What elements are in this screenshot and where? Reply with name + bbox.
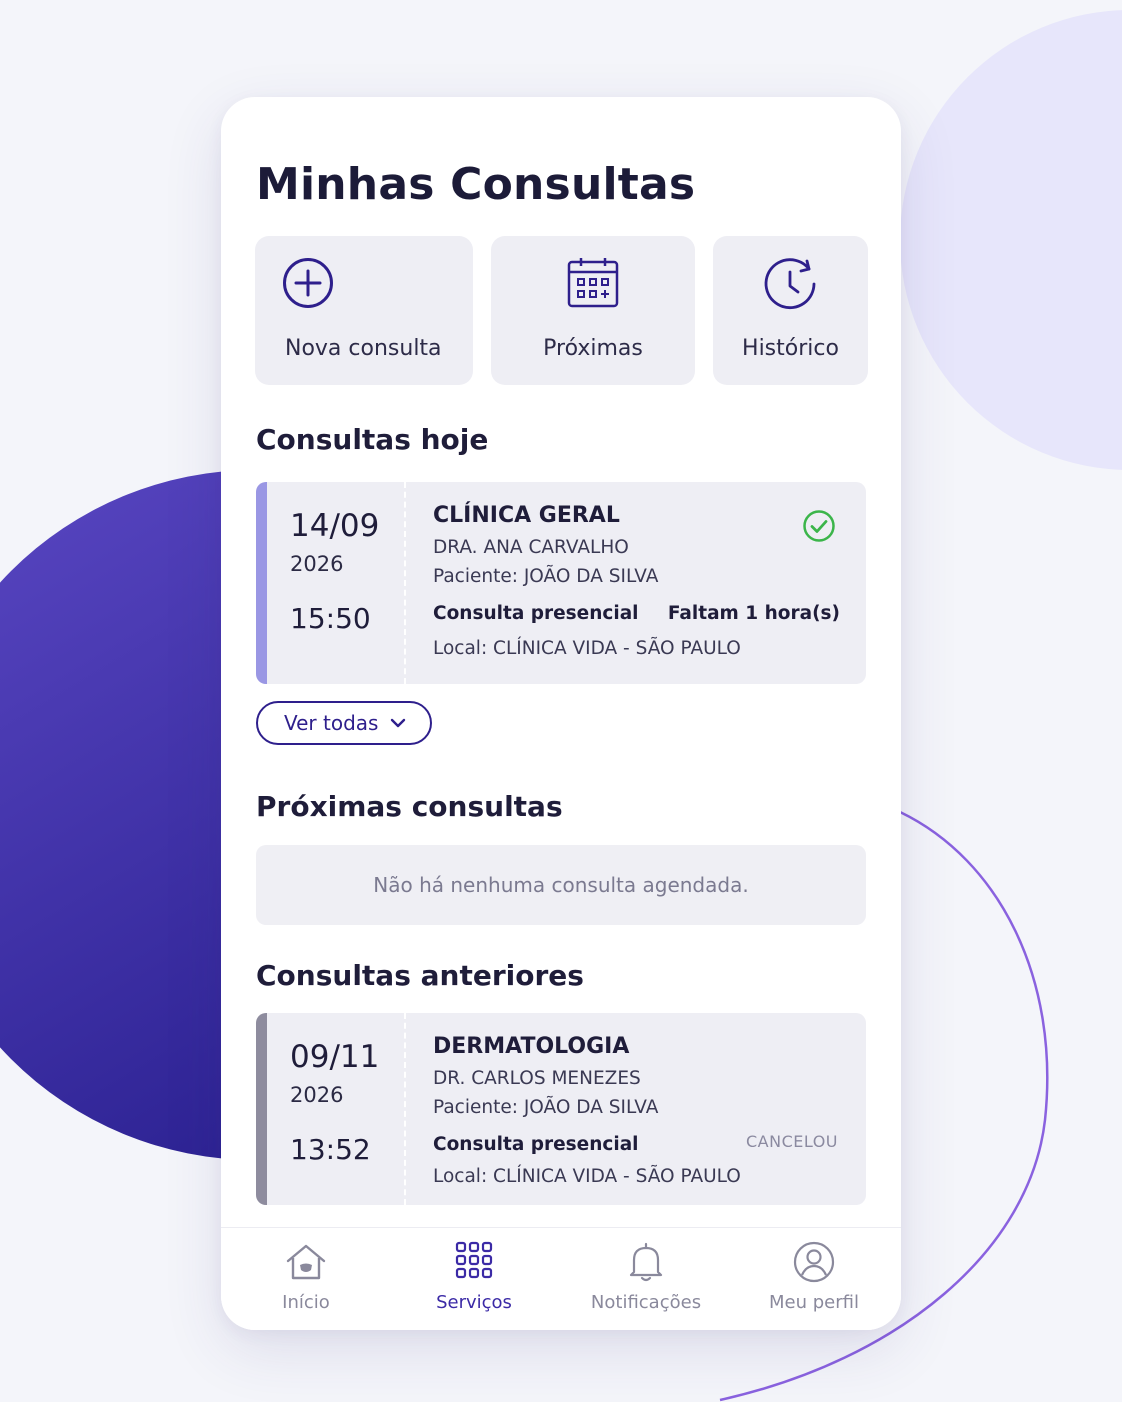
appointment-time: 13:52: [290, 1133, 371, 1166]
new-appointment-button[interactable]: Nova consulta: [255, 236, 473, 385]
appointment-date: 14/09: [290, 508, 380, 544]
appointment-location: Local: CLÍNICA VIDA - SÃO PAULO: [433, 638, 741, 659]
nav-profile[interactable]: Meu perfil: [729, 1228, 899, 1330]
nav-profile-label: Meu perfil: [769, 1292, 859, 1313]
appointment-remaining: Faltam 1 hora(s): [667, 603, 840, 624]
calendar-icon: [567, 258, 619, 308]
appointment-mode: Consulta presencial: [433, 1134, 639, 1155]
card-accent-bar: [256, 482, 267, 684]
status-badge: CANCELOU: [745, 1132, 838, 1151]
history-label: Histórico: [742, 336, 839, 361]
appointment-patient: Paciente: JOÃO DA SILVA: [433, 1097, 659, 1118]
appointment-date: 09/11: [290, 1039, 380, 1075]
plus-circle-icon: [283, 258, 333, 308]
upcoming-button[interactable]: Próximas: [491, 236, 695, 385]
see-all-label: Ver todas: [284, 711, 379, 735]
nav-home[interactable]: Início: [221, 1228, 391, 1330]
today-section-title: Consultas hoje: [256, 423, 489, 456]
today-appointment-card[interactable]: 14/09 2026 15:50 CLÍNICA GERAL DRA. ANA …: [256, 482, 866, 684]
nav-notifications-label: Notificações: [590, 1292, 702, 1313]
empty-upcoming-message: Não há nenhuma consulta agendada.: [256, 845, 866, 925]
appointment-specialty: CLÍNICA GERAL: [433, 503, 620, 528]
card-accent-bar: [256, 1013, 267, 1205]
see-all-button[interactable]: Ver todas: [256, 701, 432, 745]
page-title: Minhas Consultas: [256, 159, 696, 210]
past-appointment-card[interactable]: 09/11 2026 13:52 DERMATOLOGIA DR. CARLOS…: [256, 1013, 866, 1205]
bottom-navigation: Início Serviços Notificações Meu perfil: [221, 1227, 901, 1330]
history-icon: [764, 258, 815, 310]
past-section-title: Consultas anteriores: [256, 959, 584, 992]
check-circle-icon: [803, 510, 835, 542]
new-appointment-label: Nova consulta: [285, 336, 442, 361]
card-divider: [404, 1013, 406, 1205]
bell-icon: [629, 1242, 663, 1282]
nav-notifications[interactable]: Notificações: [561, 1228, 731, 1330]
home-icon: [286, 1244, 326, 1280]
appointment-patient: Paciente: JOÃO DA SILVA: [433, 566, 659, 587]
nav-home-label: Início: [282, 1292, 330, 1313]
phone-screen: Minhas Consultas Nova consulta Próximas …: [221, 97, 901, 1330]
upcoming-section-title: Próximas consultas: [256, 790, 563, 823]
appointment-year: 2026: [290, 1083, 344, 1107]
appointment-doctor: DRA. ANA CARVALHO: [433, 537, 629, 558]
appointment-doctor: DR. CARLOS MENEZES: [433, 1068, 641, 1089]
appointment-time: 15:50: [290, 602, 371, 635]
history-button[interactable]: Histórico: [713, 236, 868, 385]
appointment-year: 2026: [290, 552, 344, 576]
appointment-location: Local: CLÍNICA VIDA - SÃO PAULO: [433, 1166, 741, 1187]
appointment-mode: Consulta presencial: [433, 603, 639, 624]
card-divider: [404, 482, 406, 684]
grid-icon: [455, 1241, 493, 1279]
upcoming-label: Próximas: [543, 336, 643, 361]
nav-services-label: Serviços: [436, 1292, 512, 1313]
nav-services[interactable]: Serviços: [389, 1228, 559, 1330]
user-icon: [793, 1241, 835, 1283]
chevron-down-icon: [391, 718, 406, 728]
appointment-specialty: DERMATOLOGIA: [433, 1034, 630, 1059]
